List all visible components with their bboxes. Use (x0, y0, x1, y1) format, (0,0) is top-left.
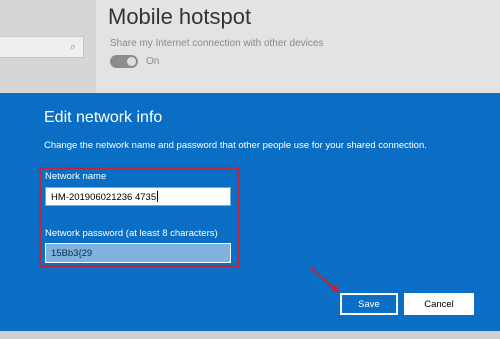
edit-network-dialog: Edit network info Change the network nam… (0, 93, 500, 331)
bottom-strip (0, 331, 500, 339)
pointer-arrow-icon (309, 266, 340, 293)
hotspot-toggle[interactable] (110, 55, 138, 68)
text-caret (157, 191, 159, 202)
save-button[interactable]: Save (339, 292, 399, 316)
cancel-button[interactable]: Cancel (404, 293, 474, 315)
dialog-description: Change the network name and password tha… (44, 140, 427, 151)
page-title: Mobile hotspot (108, 4, 252, 29)
network-password-field[interactable]: 15Bb3{29 (45, 243, 231, 263)
dialog-title: Edit network info (44, 109, 163, 126)
network-password-label: Network password (at least 8 characters) (45, 228, 218, 239)
network-name-value: HM-201906021236 4735 (51, 192, 157, 203)
search-icon: ⌕ (69, 41, 76, 53)
toggle-state-label: On (146, 56, 160, 67)
network-name-field[interactable]: HM-201906021236 4735 (45, 187, 231, 206)
network-name-label: Network name (45, 171, 107, 182)
toggle-knob (127, 57, 136, 66)
share-connection-label: Share my Internet connection with other … (110, 38, 324, 49)
network-password-value: 15Bb3{29 (51, 248, 93, 259)
settings-search-box[interactable]: ⌕ (0, 36, 84, 58)
